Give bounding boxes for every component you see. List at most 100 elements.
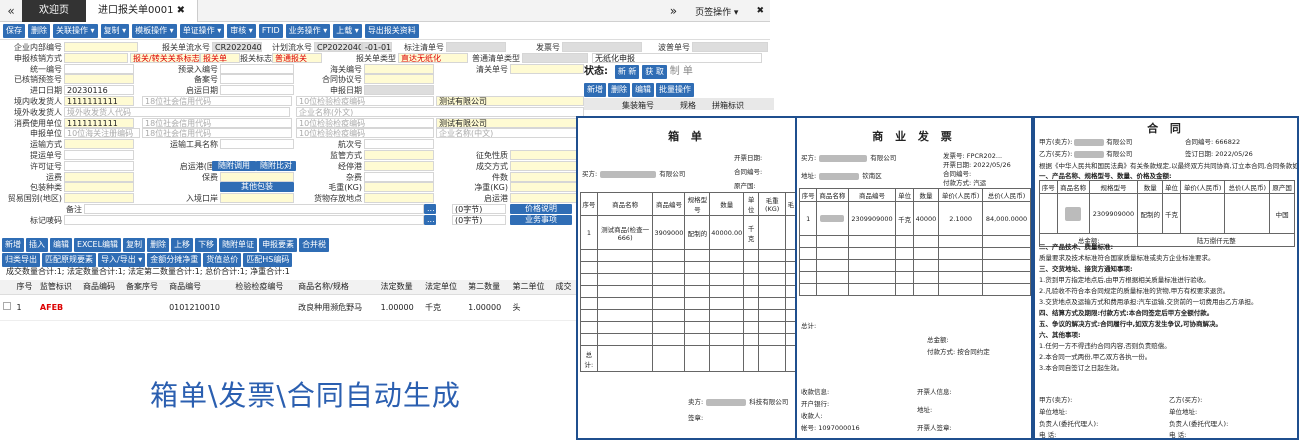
item-button-3[interactable]: EXCEL编辑: [74, 238, 122, 252]
form-field-12-1[interactable]: [220, 171, 294, 182]
form-field-5-2[interactable]: 10位检验检疫编码: [296, 96, 434, 106]
form-field-13-3[interactable]: [510, 182, 584, 193]
form-field-2-3[interactable]: [510, 63, 584, 74]
toolbar-button-7[interactable]: FTID: [258, 23, 283, 38]
form-field-6-1[interactable]: 企业名称(外文): [296, 106, 584, 117]
form-field-3-2[interactable]: [364, 74, 434, 85]
form-field-10-2[interactable]: [364, 150, 434, 160]
form-field-14-1[interactable]: [220, 193, 294, 204]
goods-row[interactable]: 1 AFEB 0101210010 改良种用濒危野马 1.00000 千克 1.00000 头: [0, 294, 576, 321]
item-button2-5[interactable]: 匹配HS编码: [243, 253, 293, 267]
item-button-10[interactable]: 合并税: [299, 238, 330, 252]
form-field-1-5[interactable]: [522, 52, 588, 63]
form-field-15-0[interactable]: [84, 204, 424, 214]
form-field-0-2[interactable]: CP2022040001: [314, 42, 362, 52]
toolbar-button-2[interactable]: 关联操作 ▾: [53, 23, 98, 38]
toolbar-button-8[interactable]: 业务操作 ▾: [285, 23, 331, 38]
form-field-15-1[interactable]: (0字节): [452, 204, 506, 214]
form-button-1[interactable]: 随附比对: [256, 161, 296, 171]
tab-welcome[interactable]: 欢迎页: [22, 0, 86, 22]
form-field-7-1[interactable]: 18位社会信用代码: [142, 117, 292, 128]
item-button-2[interactable]: 编辑: [50, 238, 72, 252]
item-button2-1[interactable]: 匹配原规要素: [42, 253, 96, 267]
toolbar-button-6[interactable]: 审核 ▾: [227, 23, 256, 38]
form-field-7-0[interactable]: 1111111111: [64, 117, 134, 128]
form-field-11-2[interactable]: [364, 160, 434, 171]
row-checkbox[interactable]: [0, 294, 14, 321]
form-field-0-5[interactable]: [562, 42, 642, 52]
status-new-button[interactable]: 新 新: [614, 65, 640, 79]
form-field-10-3[interactable]: [510, 150, 584, 160]
item-button-0[interactable]: 新增: [2, 238, 24, 252]
toolbar-button-1[interactable]: 删除: [28, 23, 50, 38]
form-button-6[interactable]: ...: [424, 215, 436, 225]
form-field-14-2[interactable]: [364, 193, 434, 204]
item-button-1[interactable]: 插入: [26, 238, 48, 252]
form-field-12-2[interactable]: [364, 171, 434, 182]
item-button-8[interactable]: 随附单证: [219, 238, 258, 252]
form-button-3[interactable]: 价格说明: [510, 204, 572, 214]
form-field-0-6[interactable]: [692, 42, 768, 52]
form-field-6-0[interactable]: 境外收发货人代码: [64, 106, 290, 117]
item-button2-4[interactable]: 货值总价: [203, 253, 242, 267]
toolbar-button-0[interactable]: 保存: [3, 23, 25, 38]
form-field-0-1[interactable]: CR2022040001: [212, 42, 262, 52]
status-action-1[interactable]: 删除: [608, 83, 630, 97]
form-field-1-1[interactable]: 报关/转关关系标志: [130, 52, 200, 63]
form-field-16-0[interactable]: [64, 214, 424, 225]
form-field-3-1[interactable]: [220, 74, 294, 85]
item-button-6[interactable]: 上移: [171, 238, 194, 252]
form-field-2-0[interactable]: [64, 63, 134, 74]
tab-back-icon[interactable]: «: [0, 4, 22, 18]
status-action-2[interactable]: 编辑: [632, 83, 654, 97]
form-field-2-1[interactable]: [220, 63, 294, 74]
form-field-12-0[interactable]: [64, 171, 134, 182]
form-field-4-0[interactable]: 20230116: [64, 85, 134, 96]
item-button2-3[interactable]: 金额分摊净重: [147, 253, 202, 267]
form-button-2[interactable]: 其他包装: [220, 182, 294, 192]
toolbar-button-3[interactable]: 复制 ▾: [100, 23, 130, 38]
form-field-8-1[interactable]: 18位社会信用代码: [142, 128, 292, 139]
close-all-icon[interactable]: ✖: [756, 6, 764, 16]
page-ops-menu[interactable]: 页签操作 ▾: [695, 5, 738, 18]
form-field-1-2[interactable]: 报关单: [200, 52, 240, 63]
form-button-4[interactable]: 业务事项: [510, 215, 572, 225]
toolbar-button-9[interactable]: 上载 ▾: [333, 23, 362, 38]
form-field-9-1[interactable]: [220, 139, 294, 150]
form-field-8-0[interactable]: 10位海关注册编码: [64, 128, 140, 139]
form-field-9-0[interactable]: [64, 139, 134, 150]
form-button-0[interactable]: 随附调用: [212, 161, 256, 171]
form-field-11-0[interactable]: [64, 160, 134, 171]
form-field-9-2[interactable]: [364, 139, 434, 150]
item-button-7[interactable]: 下移: [195, 238, 218, 252]
form-field-13-0[interactable]: [64, 182, 134, 193]
form-field-4-1[interactable]: [220, 85, 294, 96]
form-field-0-0[interactable]: [64, 42, 138, 52]
form-field-0-4[interactable]: [446, 42, 506, 52]
form-field-11-3[interactable]: [510, 160, 584, 171]
form-field-1-0[interactable]: [64, 52, 128, 63]
form-field-5-3[interactable]: 测试有限公司: [436, 96, 584, 106]
form-field-0-3[interactable]: -01-01: [362, 42, 392, 52]
form-field-16-1[interactable]: (0字节): [452, 214, 506, 225]
form-field-13-2[interactable]: [364, 182, 434, 193]
item-button-4[interactable]: 复制: [123, 238, 146, 252]
toolbar-button-5[interactable]: 单证操作 ▾: [179, 23, 225, 38]
form-field-4-2[interactable]: [364, 85, 434, 96]
form-field-5-0[interactable]: 1111111111: [64, 96, 134, 106]
form-field-8-2[interactable]: 10位检验检疫编码: [296, 128, 434, 139]
form-field-10-0[interactable]: [64, 150, 134, 160]
form-field-1-4[interactable]: 直达无纸化: [398, 52, 468, 63]
form-field-14-0[interactable]: [64, 193, 134, 204]
form-field-1-3[interactable]: 普通报关: [272, 52, 322, 63]
form-field-14-3[interactable]: [510, 193, 584, 204]
form-field-12-3[interactable]: [510, 171, 584, 182]
toolbar-button-10[interactable]: 导出报关资料: [364, 23, 419, 38]
form-button-5[interactable]: ...: [424, 204, 436, 214]
item-button-9[interactable]: 申报要素: [259, 238, 298, 252]
tab-forward-icon[interactable]: »: [670, 4, 677, 18]
status-action-3[interactable]: 批量操作: [656, 83, 694, 97]
form-field-7-2[interactable]: 10位检验检疫编码: [296, 117, 434, 128]
form-field-3-0[interactable]: [64, 74, 134, 85]
item-button-5[interactable]: 删除: [147, 238, 170, 252]
